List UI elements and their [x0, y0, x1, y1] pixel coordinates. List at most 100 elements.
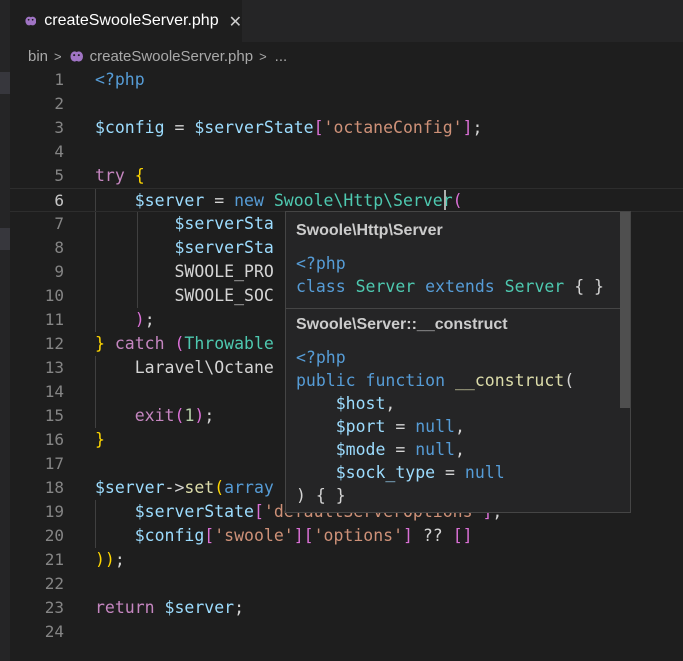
line-number: 4: [54, 142, 64, 161]
code-token: { }: [574, 277, 604, 296]
code-text[interactable]: try {: [95, 164, 145, 188]
code-text[interactable]: SWOOLE_PRO: [95, 260, 273, 284]
code-token: Laravel\Octane: [134, 358, 274, 377]
code-token: )): [95, 550, 115, 569]
text-cursor: [444, 190, 446, 210]
tab-createswooleserver[interactable]: createSwooleServer.php ✕: [10, 0, 242, 42]
code-token: new: [234, 191, 264, 210]
code-line: 20 $config['swoole']['options'] ?? []: [10, 524, 683, 548]
code-token: 'octaneConfig': [323, 118, 463, 137]
code-token: $serverSta: [174, 214, 274, 233]
code-token: ): [194, 406, 205, 425]
chevron-right-icon: >: [54, 48, 62, 64]
tab-label: createSwooleServer.php: [44, 12, 219, 29]
code-token: $server: [95, 478, 165, 497]
activity-indicator: [0, 72, 10, 94]
code-token: $config: [134, 526, 205, 545]
line-number: 18: [44, 478, 64, 497]
breadcrumb-folder[interactable]: bin: [28, 48, 48, 65]
line-number: 15: [44, 406, 64, 425]
code-text[interactable]: ));: [95, 548, 125, 572]
line-number: 21: [44, 550, 64, 569]
code-token: (: [174, 406, 185, 425]
hover-code-line: public function __construct(: [296, 369, 574, 392]
code-token: null: [415, 417, 455, 436]
line-number: 11: [44, 310, 64, 329]
code-text[interactable]: $config = $serverState['octaneConfig'];: [95, 116, 482, 140]
code-text[interactable]: $server = new Swoole\Http\Server(: [95, 189, 463, 213]
line-number: 5: [54, 166, 64, 185]
code-text[interactable]: $config['swoole']['options'] ?? []: [95, 524, 473, 548]
close-icon[interactable]: ✕: [229, 12, 242, 31]
line-number: 13: [44, 358, 64, 377]
code-token: ,: [454, 417, 465, 436]
breadcrumb-more[interactable]: ...: [275, 48, 288, 65]
code-token: ]: [462, 118, 473, 137]
breadcrumb: bin > createSwooleServer.php > ...: [28, 44, 287, 68]
code-token: exit: [134, 406, 175, 425]
code-token: $server: [134, 191, 205, 210]
line-number: 16: [44, 430, 64, 449]
code-token: $host: [335, 394, 386, 413]
code-token: =: [435, 463, 465, 482]
code-token: $serverState: [134, 502, 254, 521]
code-text[interactable]: }: [95, 428, 105, 452]
line-number: 22: [44, 574, 64, 593]
code-text[interactable]: Laravel\Octane: [95, 356, 274, 380]
hover-method-signature: <?php public function __construct( $host,…: [296, 346, 574, 507]
code-text[interactable]: return $server;: [95, 596, 244, 620]
code-text[interactable]: $serverSta: [95, 212, 274, 236]
code-token: __construct: [445, 371, 565, 390]
code-token: <?php: [296, 254, 346, 273]
line-number: 19: [44, 502, 64, 521]
code-text[interactable]: $serverSta: [95, 236, 273, 260]
code-token: []: [452, 526, 473, 545]
code-token: $serverState: [194, 118, 314, 137]
breadcrumb-file[interactable]: createSwooleServer.php: [90, 48, 253, 65]
code-text[interactable]: );: [95, 308, 155, 332]
line-number: 20: [44, 526, 64, 545]
code-token: ]: [403, 526, 413, 545]
hover-code-line: $host,: [296, 392, 574, 415]
code-token: ]: [293, 526, 304, 545]
code-token: Server: [345, 277, 426, 296]
code-token: =: [204, 191, 235, 210]
code-token: }: [95, 430, 105, 449]
line-number: 17: [44, 454, 64, 473]
code-text[interactable]: } catch (Throwable: [95, 332, 274, 356]
code-token: 'options': [313, 526, 403, 545]
code-token: set: [184, 478, 215, 497]
code-token: 'swoole': [214, 526, 294, 545]
code-token: SWOOLE_SOC: [174, 286, 274, 305]
code-token: Server: [494, 277, 575, 296]
code-line: 6 $server = new Swoole\Http\Server(: [10, 188, 683, 212]
code-text[interactable]: $server->set(array: [95, 476, 274, 500]
code-token: catch: [114, 334, 165, 353]
code-text[interactable]: SWOOLE_SOC: [95, 284, 274, 308]
code-text[interactable]: exit(1);: [95, 404, 215, 428]
code-token: ,: [385, 394, 396, 413]
hover-tooltip: Swoole\Http\Server <?php class Server ext…: [285, 211, 631, 513]
activity-bar: [0, 0, 10, 661]
code-token: {: [134, 166, 145, 185]
line-number: 3: [54, 118, 64, 137]
code-token: $config: [95, 118, 165, 137]
code-text[interactable]: <?php: [95, 68, 145, 92]
code-token: [: [253, 502, 264, 521]
code-token: <?php: [296, 348, 346, 367]
hover-scrollbar[interactable]: [620, 212, 630, 408]
hover-code-line: $port = null,: [296, 415, 574, 438]
